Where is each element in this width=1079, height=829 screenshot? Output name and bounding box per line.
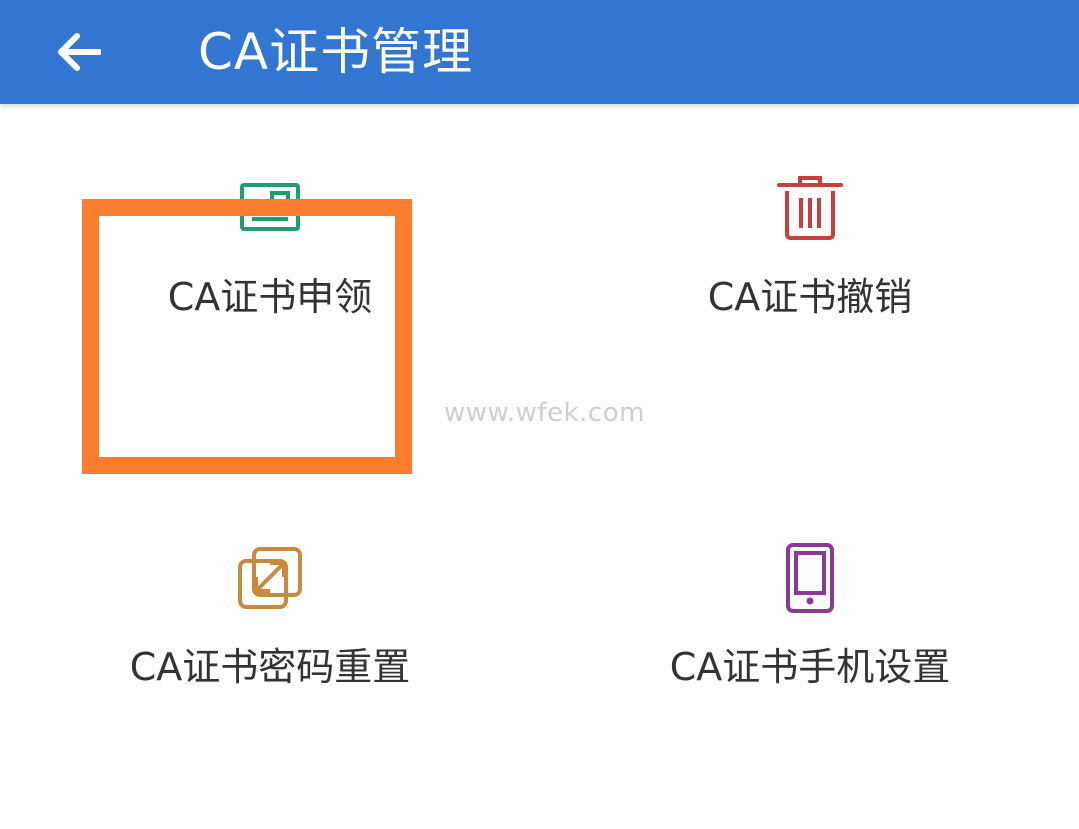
watermark: www.wfek.com [444, 398, 645, 428]
tile-ca-apply[interactable]: CA证书申领 [110, 124, 430, 374]
mobile-phone-icon [774, 542, 846, 614]
tile-label: CA证书手机设置 [669, 645, 951, 689]
back-button[interactable] [50, 26, 106, 78]
tile-ca-revoke[interactable]: CA证书撤销 [650, 124, 970, 374]
certificate-card-icon [234, 172, 306, 244]
trash-icon [774, 172, 846, 244]
arrow-left-icon [58, 33, 101, 71]
app-bar: CA证书管理 [0, 0, 1079, 104]
tile-ca-password-reset[interactable]: CA证书密码重置 [110, 494, 430, 744]
page-title: CA证书管理 [198, 23, 474, 81]
tile-label: CA证书撤销 [707, 275, 913, 319]
tile-label: CA证书密码重置 [129, 645, 411, 689]
swap-arrows-icon [234, 542, 306, 614]
tile-label: CA证书申领 [167, 275, 373, 319]
tile-ca-phone-settings[interactable]: CA证书手机设置 [650, 494, 970, 744]
